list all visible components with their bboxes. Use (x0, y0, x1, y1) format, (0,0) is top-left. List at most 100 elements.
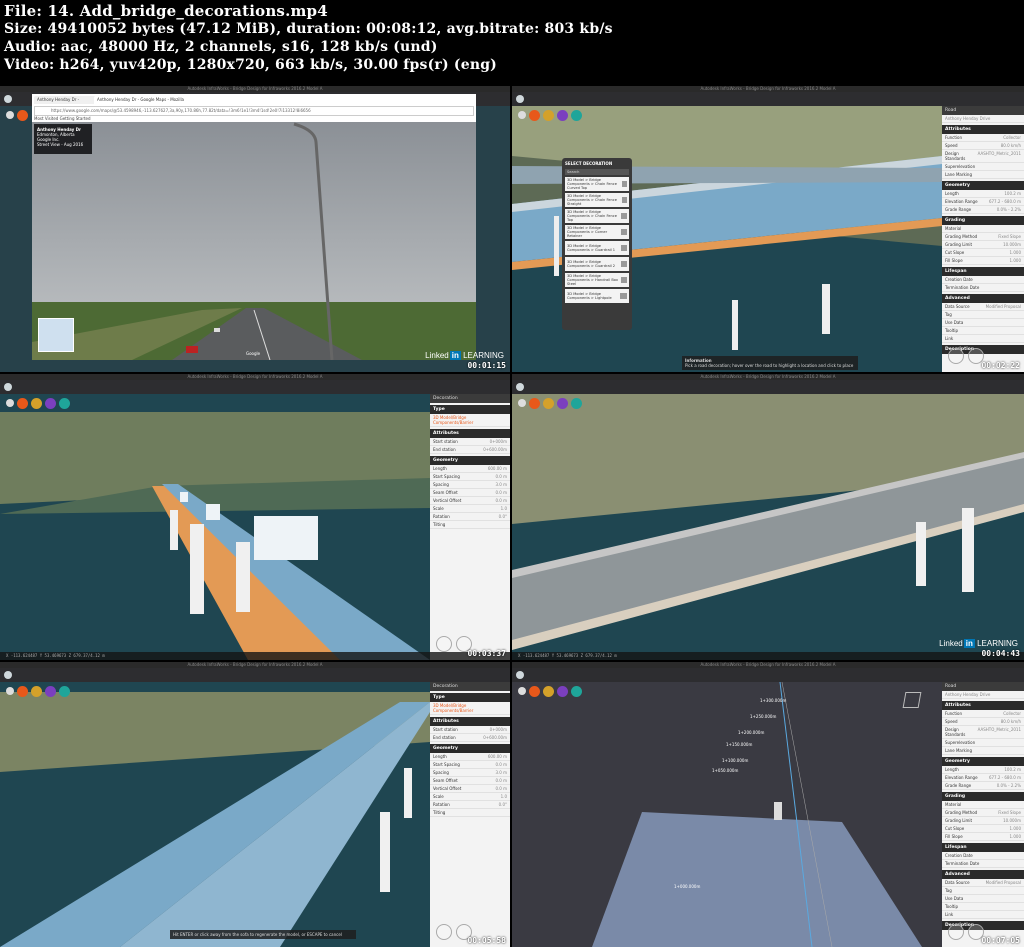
property-value[interactable]: 0.0% - 2.2% (997, 783, 1021, 788)
browser-tab-1[interactable]: Anthony Henday Dr - Google Maps (34, 96, 96, 104)
section-header[interactable]: Geometry (430, 456, 510, 465)
present-icon[interactable] (59, 685, 70, 697)
property-row[interactable]: Link (942, 335, 1024, 343)
section-header[interactable]: Grading (942, 792, 1024, 801)
property-value[interactable]: 1.000 (1010, 250, 1021, 255)
property-value[interactable]: 1.0 (501, 794, 507, 799)
property-row[interactable]: Grade Range 0.0% - 2.2% (942, 206, 1024, 214)
property-row[interactable]: Cut Slope 1.000 (942, 825, 1024, 833)
analyze-icon[interactable] (45, 685, 56, 697)
property-row[interactable]: Tooltip (942, 327, 1024, 335)
property-row[interactable]: Tag (942, 311, 1024, 319)
create-icon[interactable] (17, 397, 28, 409)
minimap[interactable] (38, 318, 74, 352)
property-row[interactable]: Scale 1.0 (430, 505, 510, 513)
url-bar[interactable]: https://www.google.com/maps/@53.4598946,… (34, 106, 474, 116)
bookmarks-bar[interactable]: Most Visited Getting Started (34, 116, 91, 121)
decoration-item[interactable]: 3D Model > Bridge Components > Chain Fen… (565, 193, 629, 207)
property-value[interactable]: 0+000m (490, 439, 507, 444)
property-row[interactable]: Tooltip (942, 903, 1024, 911)
property-row[interactable]: Length 100.2 m (942, 766, 1024, 774)
property-row[interactable]: Use Data (942, 895, 1024, 903)
property-value[interactable]: 100.2 m (1004, 191, 1021, 196)
home-icon[interactable] (6, 111, 14, 119)
property-value[interactable]: 0.0 m (495, 762, 507, 767)
property-row[interactable]: Grading Limit 10.000m (942, 817, 1024, 825)
property-row[interactable]: Design Standards AASHTO_Metric_2011 (942, 726, 1024, 739)
property-row[interactable]: Vertical Offset 0.0 m (430, 785, 510, 793)
property-row[interactable]: Tilting (430, 521, 510, 529)
app-logo-icon[interactable] (516, 671, 524, 679)
property-row[interactable]: Scale 1.0 (430, 793, 510, 801)
property-row[interactable]: Function Collector (942, 134, 1024, 142)
property-row[interactable]: Elevation Range 677.2 - 680.0 m (942, 198, 1024, 206)
section-header[interactable]: Advanced (942, 294, 1024, 303)
property-row[interactable]: Grading Method Fixed Slope (942, 809, 1024, 817)
create-icon[interactable] (17, 109, 28, 121)
analyze-icon[interactable] (557, 685, 568, 697)
create-icon[interactable] (529, 109, 540, 121)
section-header[interactable]: Grading (942, 216, 1024, 225)
section-header[interactable]: Lifespan (942, 843, 1024, 852)
property-row[interactable]: Speed 80.0 km/h (942, 718, 1024, 726)
property-value[interactable]: 80.0 km/h (1001, 719, 1021, 724)
section-header[interactable]: Geometry (942, 181, 1024, 190)
property-row[interactable]: Seam Offset 0.0 m (430, 777, 510, 785)
property-row[interactable]: Start Spacing 0.0 m (430, 473, 510, 481)
property-value[interactable]: 0+000m (490, 727, 507, 732)
app-logo-icon[interactable] (516, 95, 524, 103)
property-row[interactable]: Fill Slope 1.000 (942, 833, 1024, 841)
section-header[interactable]: Geometry (942, 757, 1024, 766)
view-cube-icon[interactable] (902, 692, 922, 708)
property-row[interactable]: Grading Limit 10.000m (942, 241, 1024, 249)
orbit-icon[interactable] (948, 348, 964, 364)
property-row[interactable]: Link (942, 911, 1024, 919)
property-row[interactable]: Data Source Modified Proposal (942, 303, 1024, 311)
analyze-icon[interactable] (557, 109, 568, 121)
orbit-icon[interactable] (948, 924, 964, 940)
home-icon[interactable] (518, 399, 526, 407)
property-row[interactable]: Lane Marking (942, 747, 1024, 755)
manage-icon[interactable] (31, 397, 42, 409)
street-view-image[interactable]: Anthony Henday Dr Edmonton, Alberta Goog… (32, 122, 476, 361)
property-row[interactable]: Grading Method Fixed Slope (942, 233, 1024, 241)
property-row[interactable]: Creation Date (942, 276, 1024, 284)
property-value[interactable]: Fixed Slope (998, 810, 1021, 815)
decoration-item[interactable]: 3D Model > Bridge Components > Guardrail… (565, 257, 629, 271)
present-icon[interactable] (59, 397, 70, 409)
section-header[interactable]: Lifespan (942, 267, 1024, 276)
property-row[interactable]: Termination Date (942, 284, 1024, 292)
property-row[interactable]: Speed 80.0 km/h (942, 142, 1024, 150)
create-icon[interactable] (529, 685, 540, 697)
section-header[interactable]: Attributes (430, 429, 510, 438)
section-header[interactable]: Advanced (942, 870, 1024, 879)
app-logo-icon[interactable] (516, 383, 524, 391)
section-header[interactable]: Attributes (942, 701, 1024, 710)
decoration-item[interactable]: 3D Model > Bridge Components > Lightpole (565, 289, 629, 303)
property-value[interactable]: 1.000 (1010, 258, 1021, 263)
manage-icon[interactable] (31, 685, 42, 697)
property-row[interactable]: Elevation Range 677.2 - 680.0 m (942, 774, 1024, 782)
decoration-item[interactable]: 3D Model > Bridge Components > Chain Fen… (565, 209, 629, 223)
property-row[interactable]: Superelevation (942, 163, 1024, 171)
property-row[interactable]: Termination Date (942, 860, 1024, 868)
property-value[interactable]: 1.000 (1010, 826, 1021, 831)
home-icon[interactable] (518, 111, 526, 119)
property-value[interactable]: 1.0 (501, 506, 507, 511)
property-value[interactable]: 3.0 m (495, 482, 507, 487)
property-row[interactable]: Material (942, 225, 1024, 233)
property-value[interactable]: 0.0° (499, 802, 507, 807)
property-row[interactable]: Material (942, 801, 1024, 809)
home-icon[interactable] (6, 399, 14, 407)
property-row[interactable]: Length 600.00 m (430, 465, 510, 473)
property-value[interactable]: 0.0 m (495, 490, 507, 495)
property-row[interactable]: Creation Date (942, 852, 1024, 860)
property-row[interactable]: Length 100.2 m (942, 190, 1024, 198)
property-value[interactable]: 80.0 km/h (1001, 143, 1021, 148)
decoration-item[interactable]: 3D Model > Bridge Components > Handrail … (565, 273, 629, 287)
orbit-icon[interactable] (436, 636, 452, 652)
property-row[interactable]: Start station 0+000m (430, 438, 510, 446)
present-icon[interactable] (571, 397, 582, 409)
property-row[interactable]: Start Spacing 0.0 m (430, 761, 510, 769)
property-value[interactable]: 0.0 m (495, 474, 507, 479)
